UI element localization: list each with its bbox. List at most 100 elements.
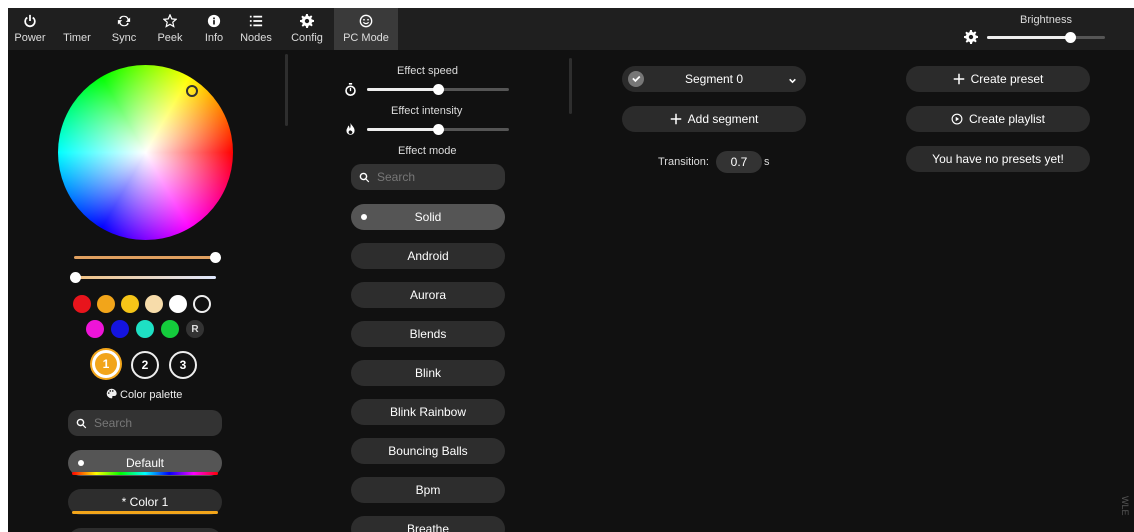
effect-item[interactable]: Solid bbox=[351, 204, 505, 230]
effect-item-label: Solid bbox=[414, 210, 442, 224]
check-icon bbox=[632, 75, 641, 83]
effect-speed-slider-knob[interactable] bbox=[433, 84, 444, 95]
plus-icon bbox=[670, 113, 681, 125]
effect-item[interactable]: Blink Rainbow bbox=[351, 399, 505, 425]
effect-item[interactable]: Blink bbox=[351, 360, 505, 386]
color-swatch[interactable] bbox=[193, 295, 211, 313]
effect-item[interactable]: Aurora bbox=[351, 282, 505, 308]
color-slot-3[interactable]: 3 bbox=[169, 351, 197, 379]
search-icon bbox=[76, 418, 87, 428]
color-swatch[interactable] bbox=[136, 320, 154, 338]
star-icon bbox=[163, 14, 177, 28]
smiley-icon bbox=[359, 14, 373, 28]
effect-item-label: Blink Rainbow bbox=[389, 405, 467, 419]
effect-item-label: Bouncing Balls bbox=[388, 444, 468, 458]
stopwatch-icon bbox=[344, 83, 357, 96]
effect-item-label: Blends bbox=[409, 327, 447, 341]
palette-item-default[interactable]: Default bbox=[68, 450, 222, 476]
color-slot-1[interactable]: 1 bbox=[92, 350, 120, 378]
nav-pc-mode-button[interactable]: PC Mode bbox=[334, 8, 398, 50]
color-swatch[interactable] bbox=[121, 295, 139, 313]
nav-power-button[interactable]: Power bbox=[8, 8, 52, 50]
color-wheel-picker-knob[interactable] bbox=[186, 85, 198, 97]
create-playlist-button[interactable]: Create playlist bbox=[906, 106, 1090, 132]
color-palette-label: Color palette bbox=[120, 389, 183, 401]
segment-0-selector[interactable]: Segment 0 bbox=[622, 66, 806, 92]
selected-dot bbox=[78, 460, 84, 466]
nav-timer-button[interactable]: Timer bbox=[56, 8, 98, 50]
sync-icon bbox=[117, 14, 131, 28]
palette-search-input[interactable] bbox=[94, 416, 194, 430]
white-balance-slider-knob[interactable] bbox=[70, 272, 81, 283]
effect-item-label: Aurora bbox=[409, 288, 447, 302]
effect-item[interactable]: Bpm bbox=[351, 477, 505, 503]
effect-item[interactable]: Bouncing Balls bbox=[351, 438, 505, 464]
create-preset-label: Create preset bbox=[970, 72, 1044, 86]
nav-peek-button[interactable]: Peek bbox=[150, 8, 190, 50]
color-swatch[interactable] bbox=[111, 320, 129, 338]
effect-intensity-slider-knob[interactable] bbox=[433, 124, 444, 135]
effect-search-input[interactable] bbox=[377, 170, 477, 184]
top-nav: Power Timer Sync Peek Info Nodes Config bbox=[8, 8, 1134, 50]
nav-sync-button[interactable]: Sync bbox=[104, 8, 144, 50]
palette-preview-bar bbox=[72, 472, 218, 475]
add-segment-button[interactable]: Add segment bbox=[622, 106, 806, 132]
create-playlist-label: Create playlist bbox=[968, 112, 1046, 126]
color-palette-heading: Color palette bbox=[106, 388, 182, 402]
effect-speed-slider[interactable] bbox=[367, 84, 509, 95]
color-brightness-slider-knob[interactable] bbox=[210, 252, 221, 263]
color-brightness-slider[interactable] bbox=[74, 252, 221, 263]
color-swatch[interactable] bbox=[97, 295, 115, 313]
brightness-slider-fill bbox=[987, 36, 1070, 39]
effect-intensity-slider-fill bbox=[367, 128, 438, 131]
selected-dot bbox=[361, 214, 367, 220]
palette-item-next[interactable] bbox=[68, 528, 222, 532]
effect-item[interactable]: Android bbox=[351, 243, 505, 269]
random-color-button[interactable]: R bbox=[186, 320, 204, 338]
white-balance-slider[interactable] bbox=[70, 272, 216, 283]
palette-item-color-1[interactable]: * Color 1 bbox=[68, 489, 222, 515]
color-wheel[interactable] bbox=[58, 65, 233, 240]
palette-icon bbox=[106, 388, 117, 402]
nav-peek-label: Peek bbox=[157, 32, 183, 44]
create-preset-button[interactable]: Create preset bbox=[906, 66, 1090, 92]
moon-icon bbox=[70, 14, 84, 28]
segment-0-label: Segment 0 bbox=[684, 72, 744, 86]
nav-info-button[interactable]: Info bbox=[196, 8, 232, 50]
nav-config-button[interactable]: Config bbox=[286, 8, 328, 50]
effect-item[interactable]: Blends bbox=[351, 321, 505, 347]
color-swatch[interactable] bbox=[73, 295, 91, 313]
color-swatch[interactable] bbox=[169, 295, 187, 313]
transition-input[interactable] bbox=[716, 151, 762, 173]
gear-icon bbox=[300, 14, 314, 28]
add-segment-label: Add segment bbox=[687, 112, 759, 126]
palette-item-label: * Color 1 bbox=[121, 495, 169, 509]
effect-intensity-label: Effect intensity bbox=[391, 105, 463, 117]
brightness-label: Brightness bbox=[1020, 14, 1072, 26]
column-divider-1 bbox=[285, 54, 288, 126]
color-swatch[interactable] bbox=[161, 320, 179, 338]
effect-item-label: Breathe bbox=[406, 522, 450, 532]
brightness-slider-knob[interactable] bbox=[1064, 32, 1076, 43]
play-circle-icon bbox=[951, 113, 963, 125]
color-slot-2[interactable]: 2 bbox=[131, 351, 159, 379]
brightness-slider[interactable] bbox=[987, 32, 1105, 43]
effect-intensity-slider[interactable] bbox=[367, 124, 509, 135]
effect-search-box bbox=[351, 164, 505, 190]
nav-nodes-button[interactable]: Nodes bbox=[236, 8, 276, 50]
transition-label: Transition: bbox=[658, 156, 709, 168]
effect-item-label: Blink bbox=[414, 366, 441, 380]
transition-unit: s bbox=[764, 156, 770, 168]
effect-item[interactable]: Breathe bbox=[351, 516, 505, 532]
effect-speed-label: Effect speed bbox=[397, 65, 458, 77]
segment-checkbox[interactable] bbox=[628, 71, 644, 87]
nav-info-label: Info bbox=[204, 32, 224, 44]
info-icon bbox=[207, 14, 221, 28]
palette-item-label: Default bbox=[125, 456, 165, 470]
color-swatch[interactable] bbox=[86, 320, 104, 338]
color-swatch[interactable] bbox=[145, 295, 163, 313]
watermark: WLE bbox=[1120, 496, 1130, 516]
nav-pc-mode-label: PC Mode bbox=[343, 32, 389, 44]
no-presets-message: You have no presets yet! bbox=[906, 146, 1090, 172]
list-icon bbox=[249, 14, 263, 28]
